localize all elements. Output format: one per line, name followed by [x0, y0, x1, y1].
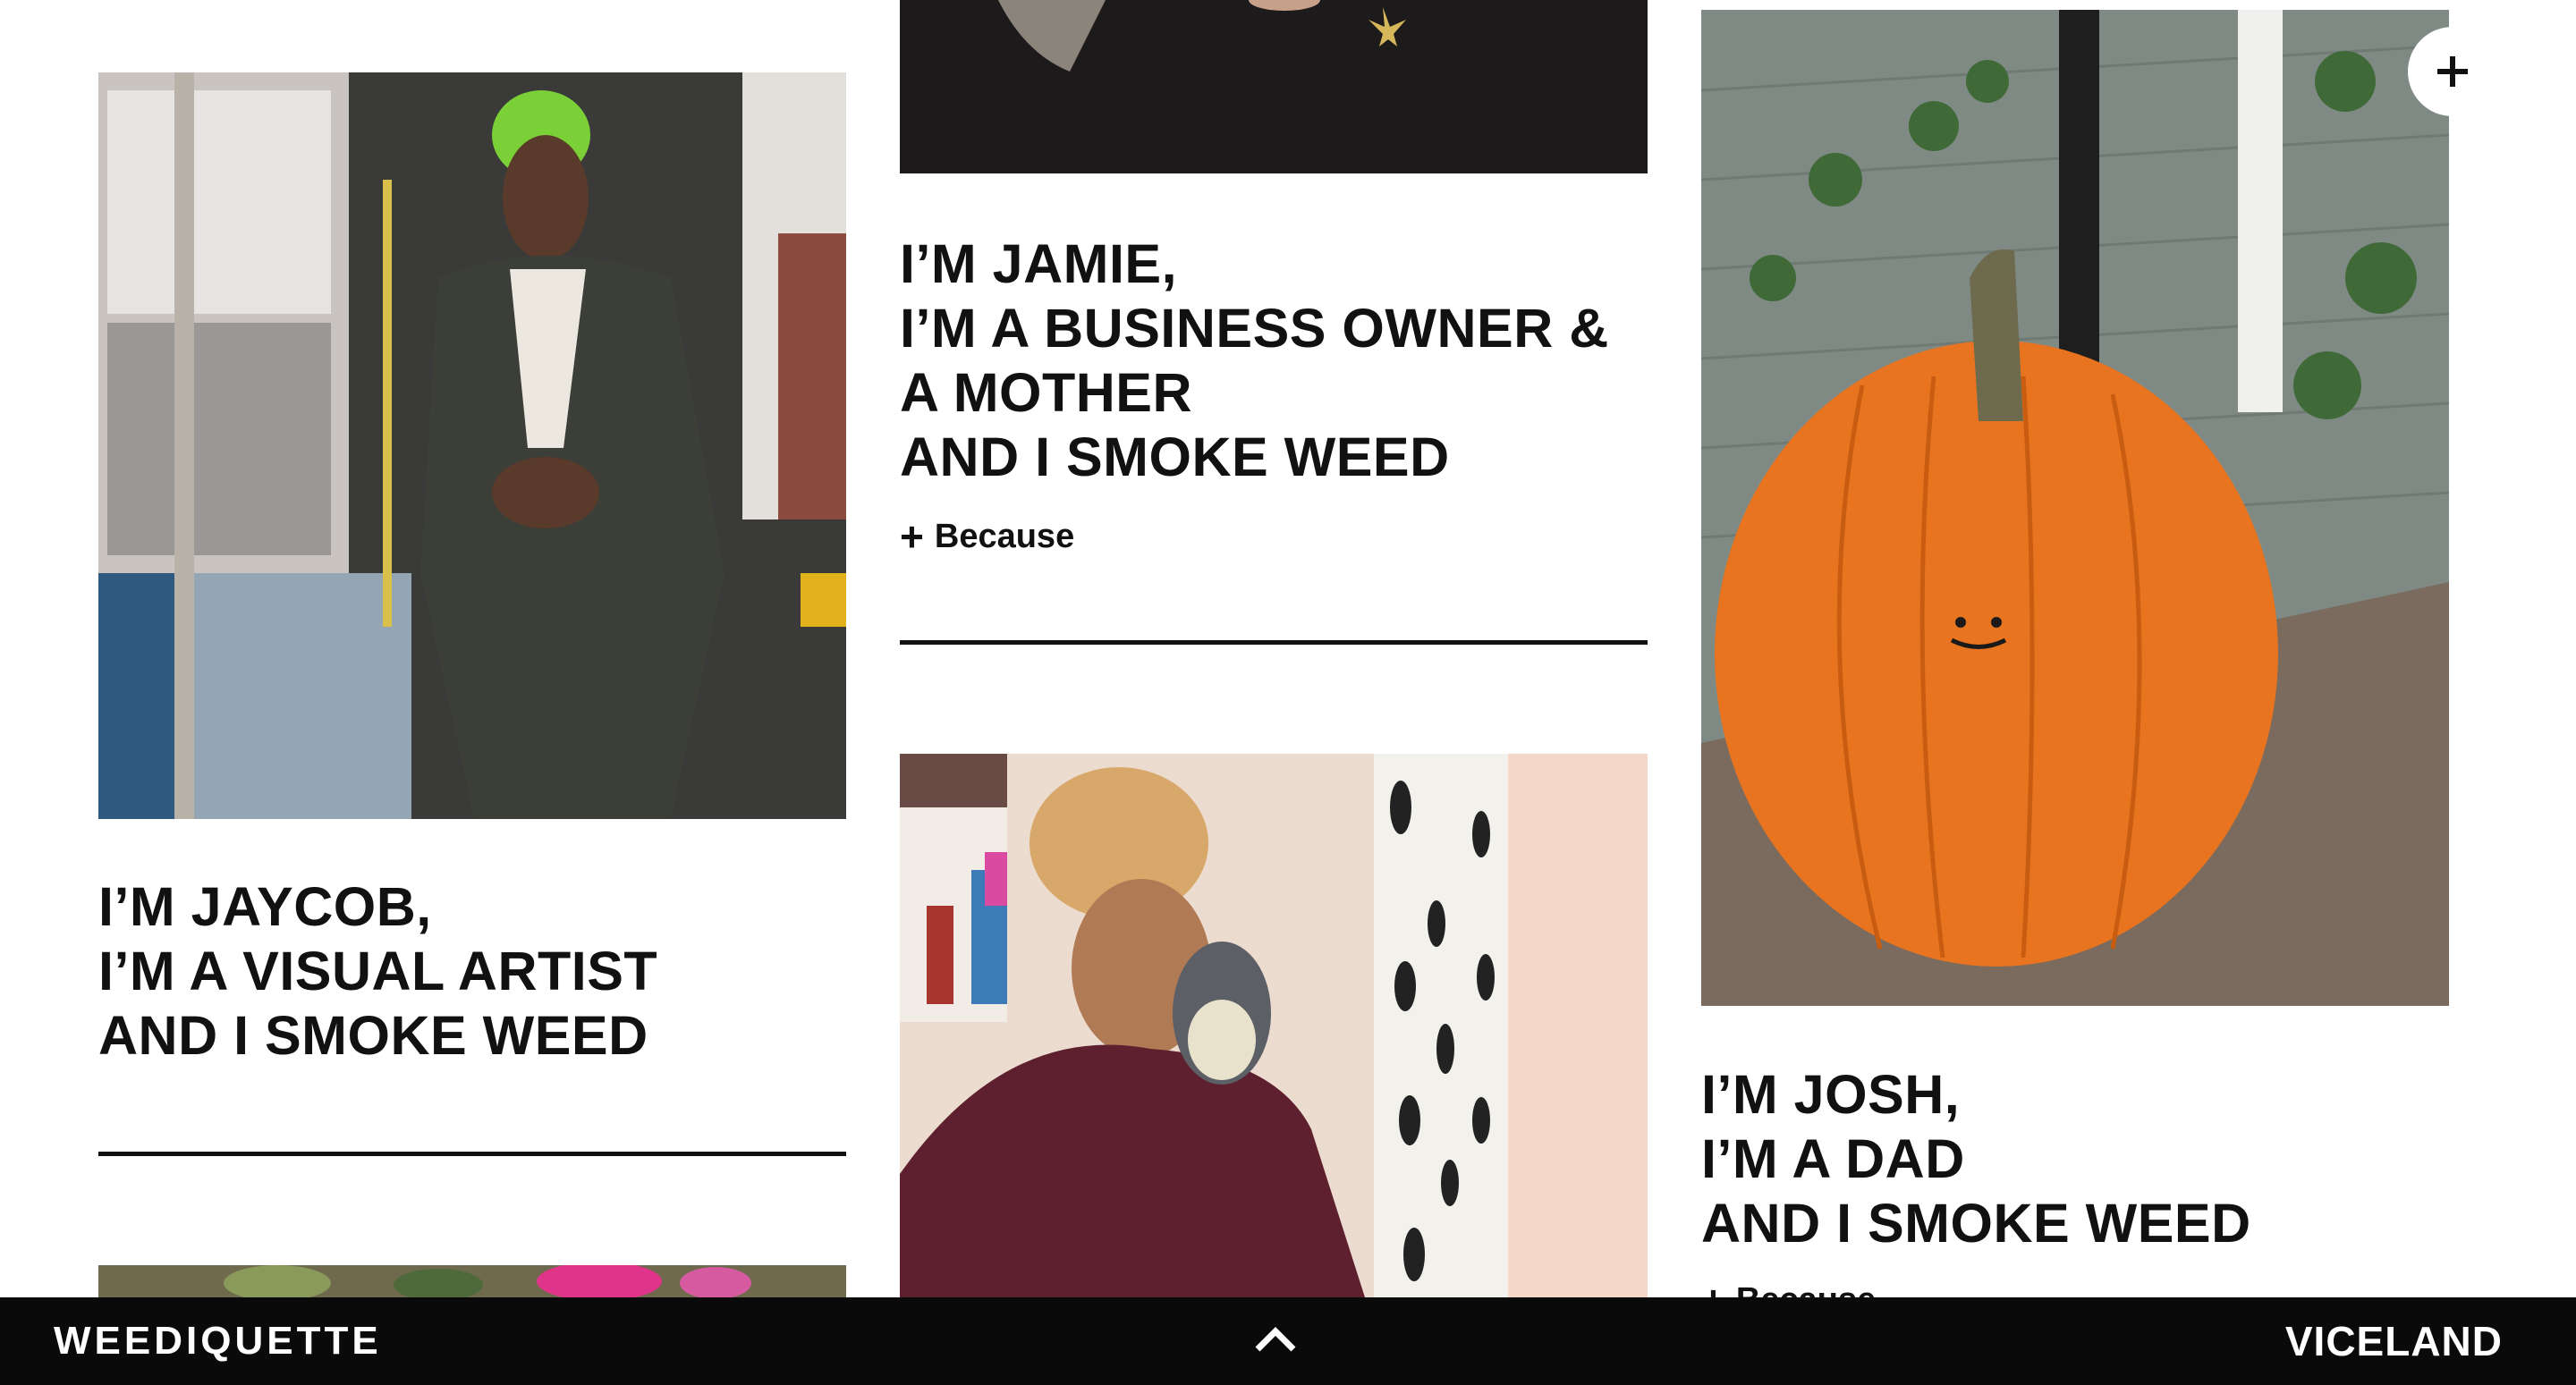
josh-title-line-1: I’M JOSH, [1701, 1064, 1961, 1125]
jamie-divider [900, 640, 1648, 645]
jamie-photo[interactable] [900, 0, 1648, 173]
expand-plus-button[interactable] [2408, 27, 2497, 116]
jamie-title-line-4: AND I SMOKE WEED [900, 426, 1450, 487]
josh-title-line-3: AND I SMOKE WEED [1701, 1193, 2251, 1254]
jaycob-title-line-1: I’M JAYCOB, [98, 876, 432, 937]
jamie-title-line-2: I’M A BUSINESS OWNER & [900, 298, 1609, 359]
jaycob-title-line-2: I’M A VISUAL ARTIST [98, 941, 658, 1001]
jamie-photo-illustration [900, 0, 1648, 173]
selfie-photo-illustration [900, 754, 1648, 1297]
jaycob-divider [98, 1152, 846, 1156]
plus-icon [2437, 56, 2468, 87]
viceland-logo[interactable]: VICELAND [2285, 1297, 2503, 1385]
flowers-photo[interactable] [98, 1265, 846, 1297]
josh-photo-illustration [1701, 10, 2449, 1006]
footer-bar: WEEDIQUETTE VICELAND [0, 1297, 2576, 1385]
weediquette-logo[interactable]: WEEDIQUETTE [54, 1297, 382, 1385]
jamie-title-line-3: A MOTHER [900, 362, 1193, 423]
selfie-photo[interactable] [900, 754, 1648, 1297]
jamie-because-label: Because [934, 518, 1075, 555]
josh-title[interactable]: I’M JOSH, I’M A DAD AND I SMOKE WEED [1701, 1062, 2251, 1255]
jamie-title-line-1: I’M JAMIE, [900, 233, 1178, 294]
jamie-title[interactable]: I’M JAMIE, I’M A BUSINESS OWNER & A MOTH… [900, 232, 1609, 489]
flowers-photo-illustration [98, 1265, 846, 1297]
jaycob-photo[interactable] [98, 72, 846, 819]
scroll-to-top-button[interactable] [1250, 1315, 1301, 1365]
jaycob-photo-illustration [98, 72, 846, 819]
jamie-because-toggle[interactable]: + Because [900, 513, 1075, 560]
jaycob-title[interactable]: I’M JAYCOB, I’M A VISUAL ARTIST AND I SM… [98, 874, 657, 1068]
josh-title-line-2: I’M A DAD [1701, 1128, 1965, 1189]
josh-photo[interactable] [1701, 10, 2449, 1006]
chevron-up-icon [1255, 1327, 1296, 1352]
jaycob-title-line-3: AND I SMOKE WEED [98, 1005, 648, 1066]
plus-icon: + [900, 513, 924, 560]
